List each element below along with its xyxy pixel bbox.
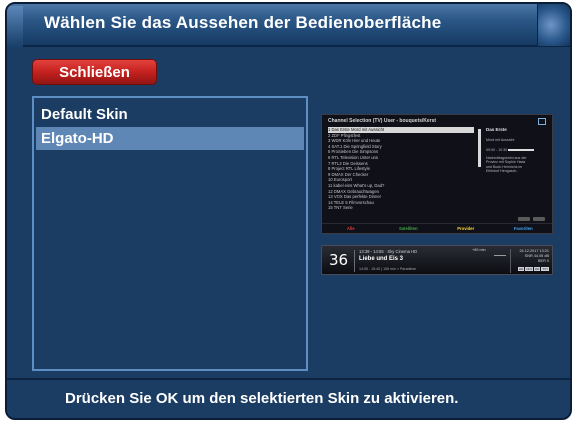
channel-number: 36 [329,251,349,269]
infobar-remaining: +89 min [472,248,486,252]
skin-preview-infobar: 36 13:39 - 14:55 · Sky Cinema HD Liebe u… [321,245,553,275]
badge-aspect: 16:9 [525,267,533,271]
preview-header: Channel Selection (TV) User - bouquets/K… [328,118,437,124]
infobar-badges: HD 16:9 DD TXT [517,267,549,271]
preview-info-panel: Das Erste Mord mit Aussicht 09:00 - 10:3… [486,127,550,221]
skin-list[interactable]: Default Skin Elgato-HD [32,96,308,371]
preview-green-button: Satelliten [398,226,418,231]
infobar-status: 24.12.2017 13:21 SNR 44.05 dB BER 0 [509,249,549,264]
skin-item-elgato-hd[interactable]: Elgato-HD [36,127,304,150]
title-bar-left-cap [7,6,23,48]
preview-progress-bar [508,149,535,152]
infobar-title: Liebe und Eis 3 [359,256,404,262]
status-message: Drücken Sie OK um den selektierten Skin … [65,390,459,407]
close-button[interactable]: Schließen [32,59,157,85]
preview-red-button: Alle [346,226,355,231]
preview-channel-row: 15 TNT Serie [328,205,353,211]
preview-info-line: Mord mit Aussicht [486,138,515,142]
preview-color-buttons: Alle Satelliten Provider Favoriten [322,223,552,233]
badge-dolby: DD [533,267,541,271]
title-bar-corner-ornament [537,4,570,46]
preview-info-time-text: 09:00 - 10:30 [486,148,508,153]
title-bar: Wählen Sie das Aussehen der Bedienoberfl… [7,4,570,48]
preview-scrollbar [478,129,481,167]
preview-mini-button [533,217,545,221]
preview-info-time: 09:00 - 10:30 [486,148,550,152]
infobar-next-line: 14:55 - 15:40 | 106 min > Paradiese [359,267,417,271]
skin-preview-channel-list: Channel Selection (TV) User - bouquets/K… [321,114,553,234]
preview-channel-list: 1 Das Erste Mord mit Aussicht 2 ZDF Pfin… [328,127,474,211]
badge-hd: HD [517,267,525,271]
window-title: Wählen Sie das Aussehen der Bedienoberfl… [44,13,442,32]
infobar-divider [354,250,355,272]
preview-info-line: Eifeldorf Hengasch. [486,169,518,174]
skin-selector-window: Wählen Sie das Aussehen der Bedienoberfl… [5,2,572,420]
status-bar: Drücken Sie OK um den selektierten Skin … [7,378,570,418]
infobar-now-line: 13:39 - 14:55 · Sky Cinema HD [359,249,418,254]
preview-blue-button: Favoriten [513,226,533,231]
preview-yellow-button: Provider [457,226,475,231]
infobar-ber: BER 0 [538,259,549,263]
preview-info-title: Das Erste [486,127,507,132]
badge-teletext: TXT [541,267,549,271]
skin-item-default[interactable]: Default Skin [36,103,304,126]
infobar-progress-bar [494,255,506,256]
preview-mini-button [518,217,530,221]
tv-icon [538,118,546,125]
